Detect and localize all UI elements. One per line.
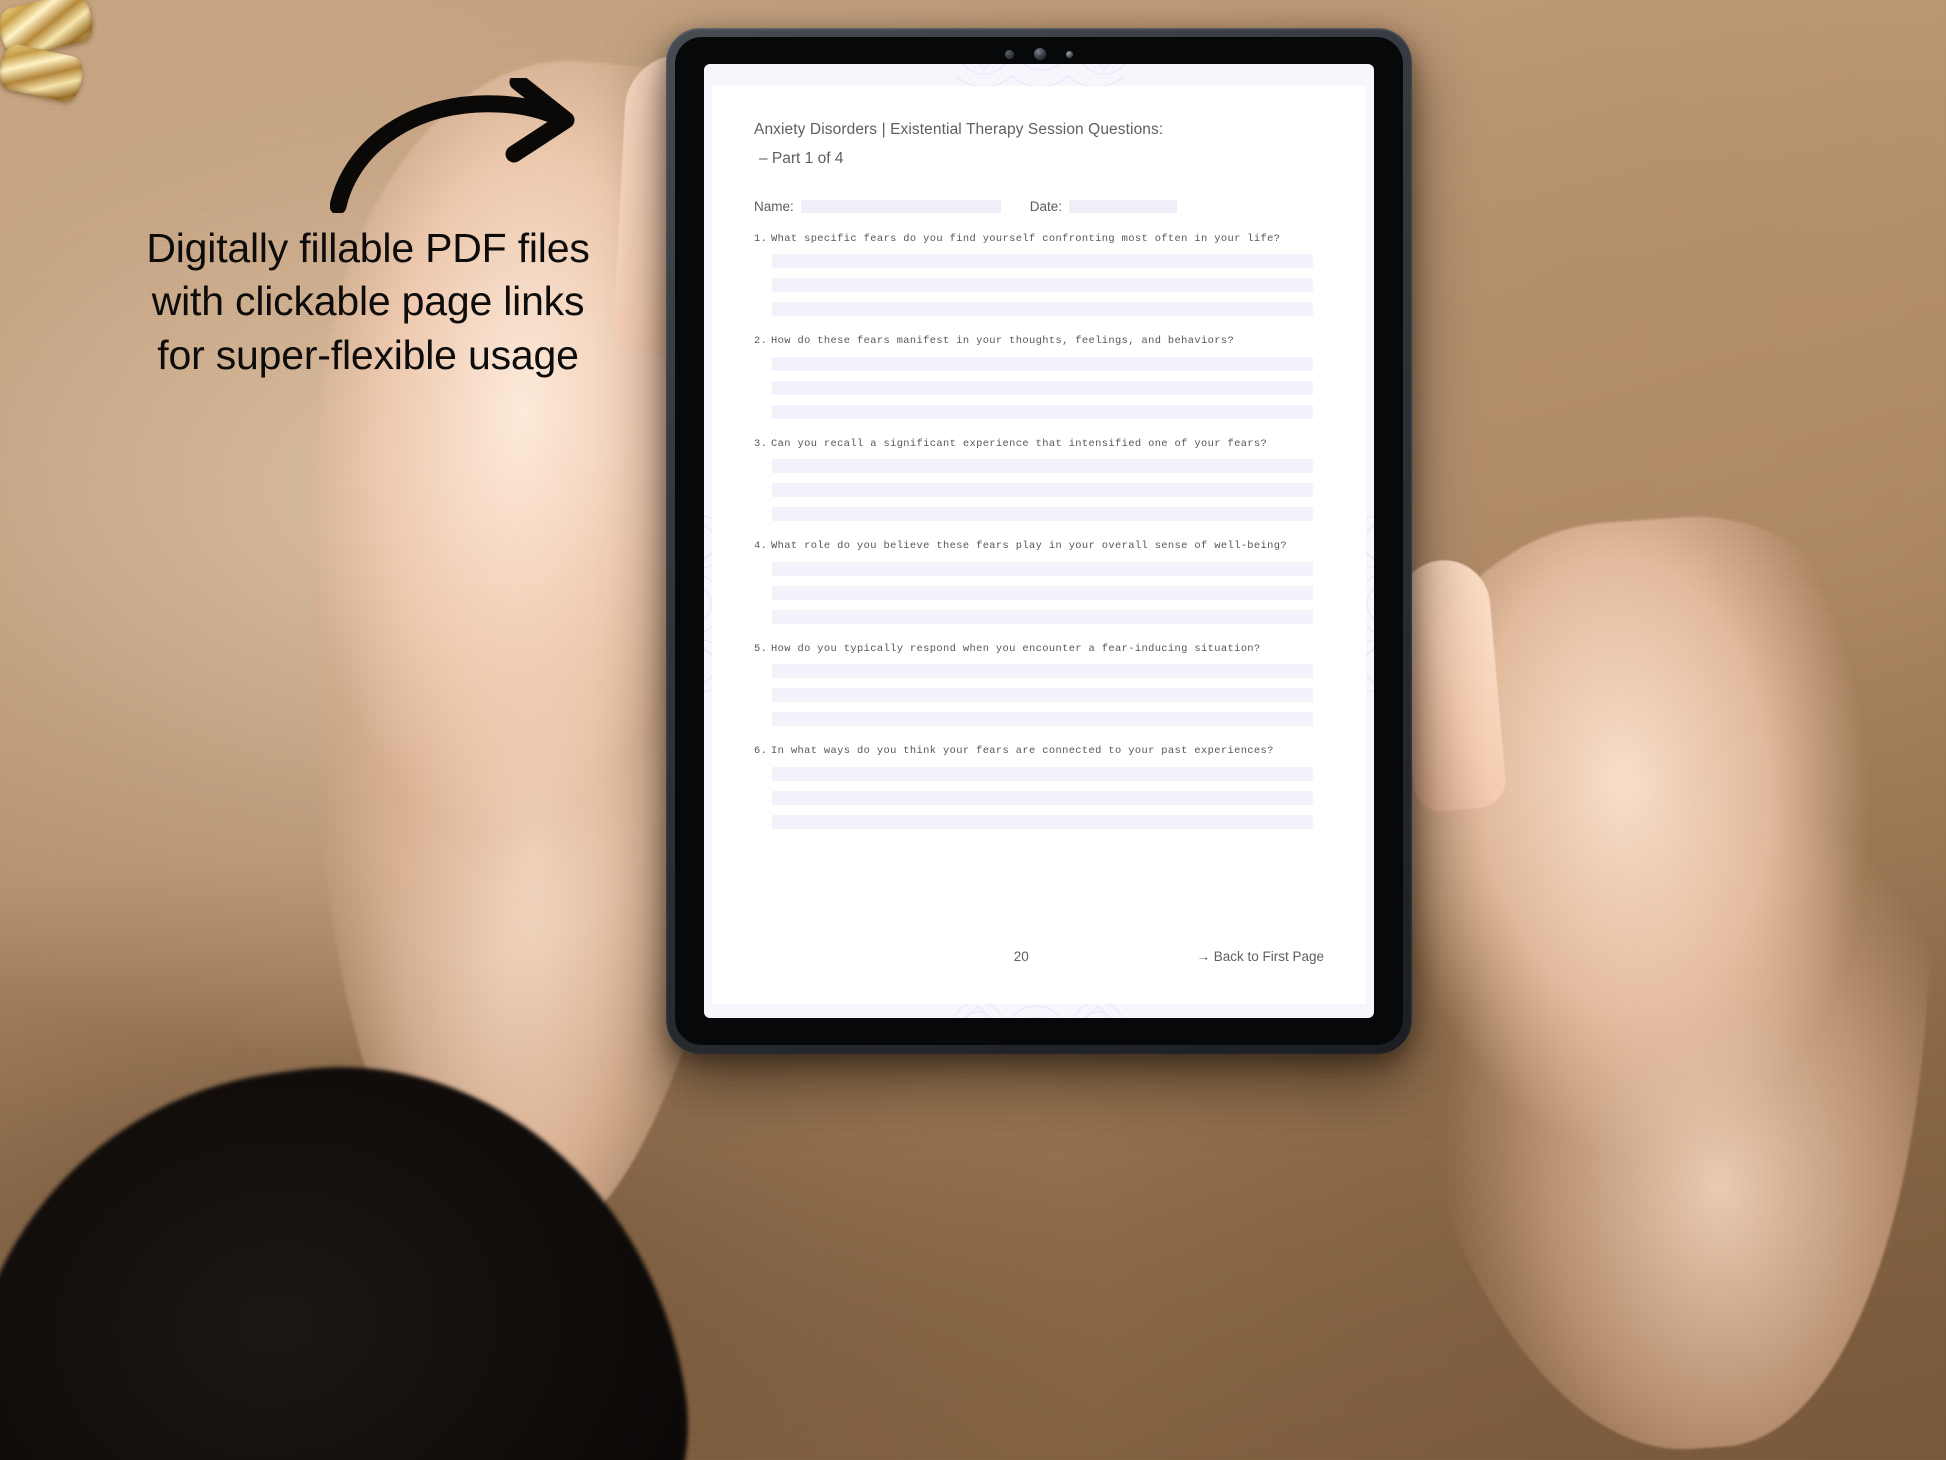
name-input[interactable] <box>800 200 1001 213</box>
answer-lines <box>772 356 1324 419</box>
question-body: What specific fears do you find yourself… <box>771 233 1281 245</box>
answer-lines <box>772 664 1324 727</box>
promo-callout: Digitally fillable PDF files with clicka… <box>58 222 678 382</box>
ambient-light-sensor-icon <box>1066 50 1073 58</box>
name-date-row: Name: Date: <box>754 199 1324 214</box>
answer-line[interactable] <box>772 507 1313 522</box>
pdf-page-content: Anxiety Disorders | Existential Therapy … <box>712 86 1366 1004</box>
page-number: 20 <box>1013 949 1029 964</box>
answer-lines <box>772 561 1324 624</box>
answer-line[interactable] <box>772 814 1313 829</box>
proximity-sensor-icon <box>1005 49 1014 59</box>
document-title: Anxiety Disorders | Existential Therapy … <box>754 121 1164 138</box>
answer-line[interactable] <box>772 380 1313 395</box>
question-block: 2. How do these fears manifest in your th… <box>754 335 1324 419</box>
answer-line[interactable] <box>772 766 1313 781</box>
page-footer: 20 → Back to First Page <box>754 949 1324 964</box>
front-camera-cluster <box>1005 48 1073 60</box>
answer-line[interactable] <box>772 561 1313 576</box>
question-text: 1. What specific fears do you find yourse… <box>754 233 1324 245</box>
answer-lines <box>772 766 1324 829</box>
document-subtitle: – Part 1 of 4 <box>759 149 844 167</box>
question-body: What role do you believe these fears pla… <box>771 540 1288 553</box>
question-number: 6. <box>754 745 768 758</box>
promo-headline: Digitally fillable PDF files with clicka… <box>146 225 590 378</box>
curved-arrow-right-icon <box>329 73 610 215</box>
front-camera-lens-icon <box>1034 48 1046 60</box>
pdf-page: Anxiety Disorders | Existential Therapy … <box>712 86 1366 1004</box>
question-text: 4. What role do you believe these fears p… <box>754 540 1324 553</box>
answer-lines <box>772 459 1324 522</box>
question-body: How do you typically respond when you en… <box>771 642 1261 655</box>
answer-line[interactable] <box>772 585 1313 600</box>
answer-line[interactable] <box>772 278 1313 293</box>
answer-line[interactable] <box>772 356 1313 371</box>
date-label: Date: <box>1029 199 1063 214</box>
answer-line[interactable] <box>772 664 1313 679</box>
back-to-first-page-link[interactable]: → Back to First Page <box>1196 949 1324 964</box>
question-number: 2. <box>754 335 768 348</box>
question-block: 3. Can you recall a significant experienc… <box>754 437 1324 522</box>
answer-line[interactable] <box>772 712 1313 727</box>
answer-line[interactable] <box>772 483 1313 498</box>
answer-line[interactable] <box>772 688 1313 703</box>
question-block: 6. In what ways do you think your fears a… <box>754 745 1324 829</box>
date-input[interactable] <box>1069 200 1178 213</box>
question-block: 4. What role do you believe these fears p… <box>754 540 1324 624</box>
answer-line[interactable] <box>772 459 1313 474</box>
question-body: Can you recall a significant experience … <box>771 437 1268 450</box>
question-number: 4. <box>754 540 768 553</box>
question-body: In what ways do you think your fears are… <box>771 745 1274 758</box>
question-number: 3. <box>754 437 768 450</box>
question-text: 3. Can you recall a significant experienc… <box>754 437 1324 450</box>
question-body: How do these fears manifest in your thou… <box>771 335 1235 348</box>
question-text: 6. In what ways do you think your fears a… <box>754 745 1324 758</box>
question-number: 5. <box>754 642 768 655</box>
answer-line[interactable] <box>772 254 1313 269</box>
answer-line[interactable] <box>772 302 1313 317</box>
tablet-screen[interactable]: Anxiety Disorders | Existential Therapy … <box>704 64 1374 1018</box>
question-number: 1. <box>754 233 768 245</box>
question-text: 5. How do you typically respond when you … <box>754 642 1324 655</box>
answer-line[interactable] <box>772 404 1313 419</box>
question-text: 2. How do these fears manifest in your th… <box>754 335 1324 348</box>
name-label: Name: <box>754 199 794 214</box>
answer-line[interactable] <box>772 790 1313 805</box>
tablet-device: Anxiety Disorders | Existential Therapy … <box>666 28 1412 1054</box>
answer-lines <box>772 254 1324 317</box>
answer-line[interactable] <box>772 609 1313 624</box>
question-block: 1. What specific fears do you find yourse… <box>754 233 1324 317</box>
question-block: 5. How do you typically respond when you … <box>754 642 1324 727</box>
